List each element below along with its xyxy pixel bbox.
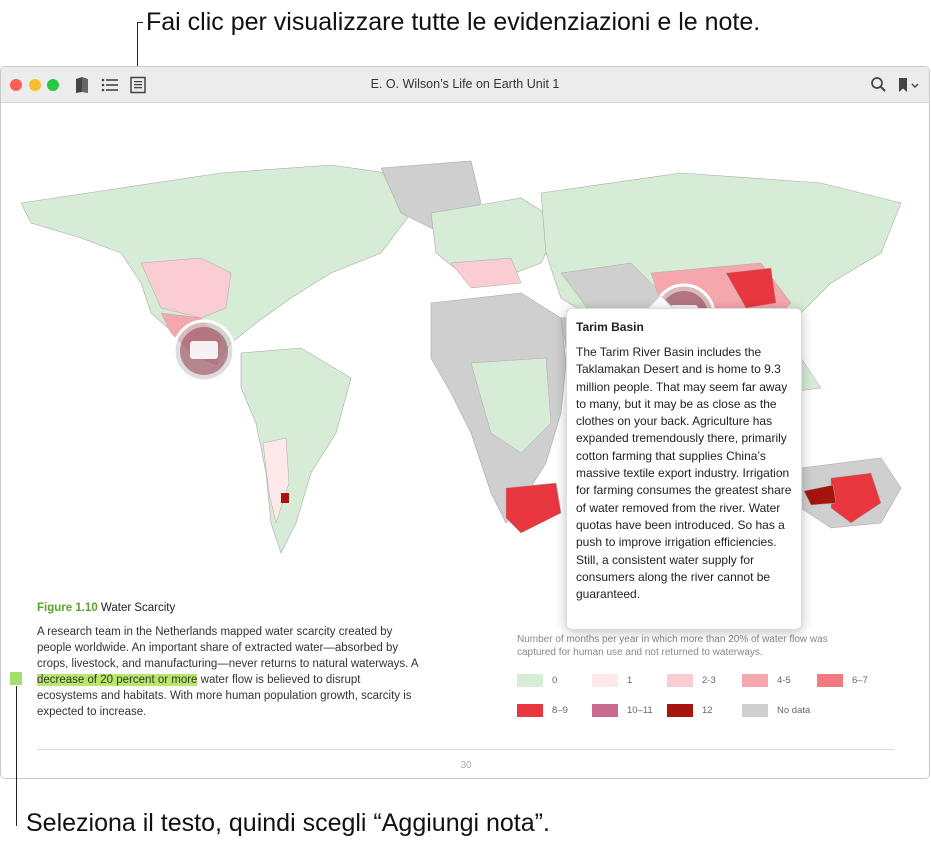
callout-leader-bottom [16,686,17,826]
bookmark-icon[interactable] [895,75,923,95]
legend-label: 2-3 [702,675,716,686]
legend-label: 6–7 [852,675,868,686]
legend-label: 4-5 [777,675,791,686]
legend-swatch [592,674,618,687]
window-title: E. O. Wilson’s Life on Earth Unit 1 [370,77,560,91]
figure-label: Figure 1.10 Water Scarcity [37,602,175,614]
legend-swatch [817,674,843,687]
legend-swatch [592,704,618,717]
callout-leader-top-tick [137,22,143,23]
legend-swatch [517,704,543,717]
legend-label: 1 [627,675,633,686]
legend-swatch [742,704,768,717]
legend-label: 0 [552,675,558,686]
note-popover[interactable]: Tarim Basin The Tarim River Basin includ… [566,308,802,630]
popover-body: The Tarim River Basin includes the Takla… [576,345,792,602]
legend-label: No data [777,705,811,716]
titlebar: E. O. Wilson’s Life on Earth Unit 1 [1,67,929,103]
legend-swatch [667,704,693,717]
note-marker[interactable] [10,672,22,685]
figure-title: Water Scarcity [100,602,176,614]
figure-caption[interactable]: A research team in the Netherlands mappe… [37,624,421,720]
legend-label: 10–11 [627,705,653,716]
map-south-america [240,347,352,554]
map-andes-hotspot [281,493,289,503]
legend-label: 8–9 [552,705,568,716]
popover-title: Tarim Basin [576,320,644,334]
page-number: 30 [460,760,472,771]
figure-number: Figure 1.10 [37,602,98,614]
caption-text-before[interactable]: A research team in the Netherlands mappe… [37,626,418,670]
legend-description: Number of months per year in which more … [517,634,828,658]
legend-swatch [667,674,693,687]
callout-add-note: Seleziona il testo, quindi scegli “Aggiu… [26,809,550,837]
map-south-africa [505,482,562,534]
highlighted-text[interactable]: decrease of 20 percent or more [37,674,198,686]
map-note-marker-americas[interactable] [172,319,236,383]
callout-notes-button: Fai clic per visualizzare tutte le evide… [146,8,761,36]
map-europe-south [450,257,522,289]
search-icon[interactable] [869,75,889,95]
legend-label: 12 [702,705,713,716]
page-divider [37,749,894,750]
legend-swatch [742,674,768,687]
legend-swatch [517,674,543,687]
